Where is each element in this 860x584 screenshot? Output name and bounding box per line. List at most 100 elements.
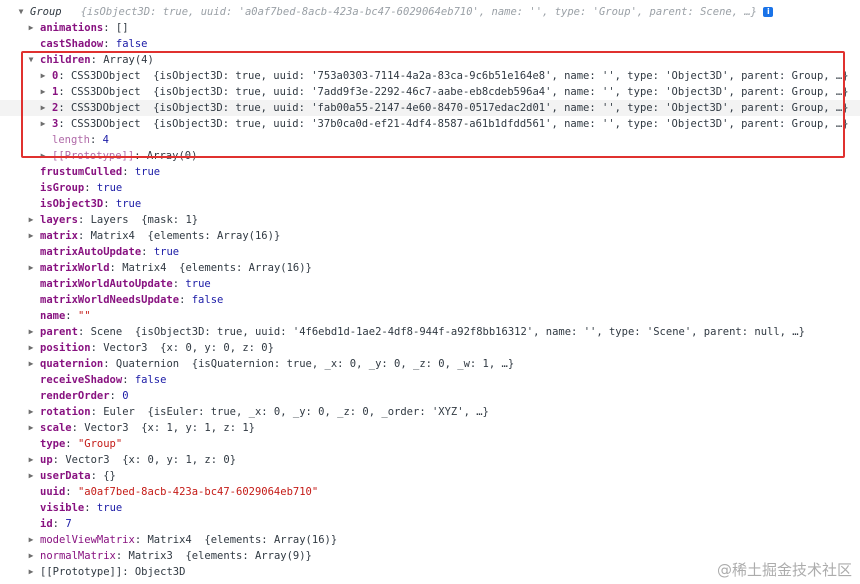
prop-key: type bbox=[40, 438, 66, 450]
prop-value: {mask: 1} bbox=[141, 214, 199, 226]
prop-class: Euler bbox=[103, 406, 135, 418]
prop-value: true bbox=[115, 198, 142, 210]
devtools-console-object-tree: ▼ Group {isObject3D: true, uuid: 'a0af7b… bbox=[0, 0, 860, 584]
prop-value: {elements: Array(16)} bbox=[147, 230, 281, 242]
prop-value: {elements: Array(9)} bbox=[185, 550, 312, 562]
prop-value: {x: 0, y: 0, z: 0} bbox=[160, 342, 274, 354]
prop-value: "a0af7bed-8acb-423a-bc47-6029064eb710" bbox=[77, 486, 319, 498]
prop-key: isGroup bbox=[40, 182, 85, 194]
info-icon[interactable]: i bbox=[763, 7, 774, 17]
triangle-right-icon[interactable]: ▶ bbox=[26, 324, 36, 340]
child-preview: {isObject3D: true, uuid: '37b0ca0d-ef21-… bbox=[153, 118, 849, 130]
child-class: CSS3DObject bbox=[70, 70, 141, 82]
triangle-right-icon[interactable]: ▶ bbox=[26, 212, 36, 228]
prop-key: matrixWorldAutoUpdate bbox=[40, 278, 173, 290]
prop-key: rotation bbox=[40, 406, 91, 418]
prop-key: matrixWorldNeedsUpdate bbox=[40, 294, 180, 306]
triangle-right-icon[interactable]: ▶ bbox=[26, 20, 36, 36]
prop-class: Vector3 bbox=[84, 422, 129, 434]
triangle-down-icon[interactable]: ▼ bbox=[16, 4, 26, 20]
prop-value: {isQuaternion: true, _x: 0, _y: 0, _z: 0… bbox=[191, 358, 515, 370]
triangle-right-icon[interactable]: ▶ bbox=[38, 100, 48, 116]
prop-value: false bbox=[115, 38, 148, 50]
triangle-right-icon[interactable]: ▶ bbox=[38, 84, 48, 100]
triangle-down-icon[interactable]: ▼ bbox=[26, 52, 36, 68]
prop-key: uuid bbox=[40, 486, 66, 498]
prop-value: [] bbox=[115, 22, 129, 34]
prop-key: quaternion bbox=[40, 358, 104, 370]
triangle-right-icon[interactable]: ▶ bbox=[26, 260, 36, 276]
child-preview: {isObject3D: true, uuid: 'fab00a55-2147-… bbox=[153, 102, 849, 114]
prop-key: up bbox=[40, 454, 53, 466]
prop-key: position bbox=[40, 342, 91, 354]
prop-key: scale bbox=[40, 422, 72, 434]
triangle-right-icon[interactable]: ▶ bbox=[26, 228, 36, 244]
prop-class: Matrix4 bbox=[122, 262, 167, 274]
prop-value: 0 bbox=[122, 390, 129, 402]
prop-value: {} bbox=[103, 470, 116, 482]
root-class-name: Group bbox=[30, 6, 62, 18]
triangle-right-icon[interactable]: ▶ bbox=[26, 340, 36, 356]
prop-key: children bbox=[40, 54, 91, 66]
prop-value: 7 bbox=[65, 518, 72, 530]
watermark-text: @稀土掘金技术社区 bbox=[716, 561, 852, 579]
triangle-right-icon[interactable]: ▶ bbox=[26, 452, 36, 468]
triangle-right-icon[interactable]: ▶ bbox=[26, 564, 36, 580]
prop-key: [[Prototype]] bbox=[52, 150, 135, 162]
prop-key: [[Prototype]] bbox=[40, 566, 123, 578]
prop-class: Scene bbox=[90, 326, 123, 338]
child-preview: {isObject3D: true, uuid: '753a0303-7114-… bbox=[153, 70, 849, 82]
child-class: CSS3DObject bbox=[70, 102, 141, 114]
prop-key: modelViewMatrix bbox=[40, 534, 135, 546]
triangle-right-icon[interactable]: ▶ bbox=[26, 468, 36, 484]
prop-key: layers bbox=[40, 214, 78, 226]
prop-class: Matrix4 bbox=[147, 534, 192, 546]
triangle-right-icon[interactable]: ▶ bbox=[26, 532, 36, 548]
prop-value: {x: 1, y: 1, z: 1} bbox=[141, 422, 255, 434]
prop-class: Matrix3 bbox=[128, 550, 173, 562]
triangle-right-icon[interactable]: ▶ bbox=[26, 356, 36, 372]
prop-class: Matrix4 bbox=[90, 230, 135, 242]
prop-key: name bbox=[40, 310, 66, 322]
prop-key: matrix bbox=[40, 230, 78, 242]
prop-key: frustumCulled bbox=[40, 166, 123, 178]
prop-key: matrixAutoUpdate bbox=[40, 246, 142, 258]
prop-value: true bbox=[96, 502, 123, 514]
triangle-right-icon[interactable]: ▶ bbox=[26, 548, 36, 564]
prop-value: "Group" bbox=[77, 438, 123, 450]
prop-class: Vector3 bbox=[103, 342, 148, 354]
prop-value: Array(0) bbox=[146, 150, 198, 162]
prop-key: visible bbox=[40, 502, 85, 514]
prop-value: {elements: Array(16)} bbox=[179, 262, 312, 274]
root-preview: {isObject3D: true, uuid: 'a0af7bed-8acb-… bbox=[80, 6, 757, 18]
prop-key: matrixWorld bbox=[40, 262, 110, 274]
triangle-right-icon[interactable]: ▶ bbox=[26, 404, 36, 420]
triangle-right-icon[interactable]: ▶ bbox=[38, 148, 48, 164]
child-class: CSS3DObject bbox=[70, 86, 141, 98]
prop-value: {x: 0, y: 1, z: 0} bbox=[122, 454, 237, 466]
prop-key: length bbox=[52, 134, 90, 146]
prop-key: renderOrder bbox=[40, 390, 110, 402]
prop-value: 4 bbox=[102, 134, 109, 146]
triangle-right-icon[interactable]: ▶ bbox=[38, 116, 48, 132]
prop-key: receiveShadow bbox=[40, 374, 123, 386]
prop-value: Object3D bbox=[134, 566, 186, 578]
triangle-right-icon[interactable]: ▶ bbox=[26, 420, 36, 436]
prop-value: {isEuler: true, _x: 0, _y: 0, _z: 0, _or… bbox=[147, 406, 489, 418]
child-preview: {isObject3D: true, uuid: '7add9f3e-2292-… bbox=[153, 86, 849, 98]
prop-value: {isObject3D: true, uuid: '4f6ebd1d-1ae2-… bbox=[134, 326, 805, 338]
prop-key: normalMatrix bbox=[40, 550, 116, 562]
prop-class: Vector3 bbox=[65, 454, 110, 466]
triangle-right-icon[interactable]: ▶ bbox=[38, 68, 48, 84]
prop-value: true bbox=[153, 246, 180, 258]
prop-key: castShadow bbox=[40, 38, 104, 50]
prop-value: "" bbox=[77, 310, 91, 322]
child-class: CSS3DObject bbox=[70, 118, 141, 130]
prop-value: false bbox=[191, 294, 224, 306]
prop-class: Quaternion bbox=[115, 358, 180, 370]
prop-key: userData bbox=[40, 470, 91, 482]
prop-value: true bbox=[185, 278, 211, 290]
child-row-2[interactable]: ▶ 2: CSS3DObject {isObject3D: true, uuid… bbox=[0, 100, 860, 116]
prop-value: {elements: Array(16)} bbox=[204, 534, 338, 546]
prop-key: parent bbox=[40, 326, 78, 338]
